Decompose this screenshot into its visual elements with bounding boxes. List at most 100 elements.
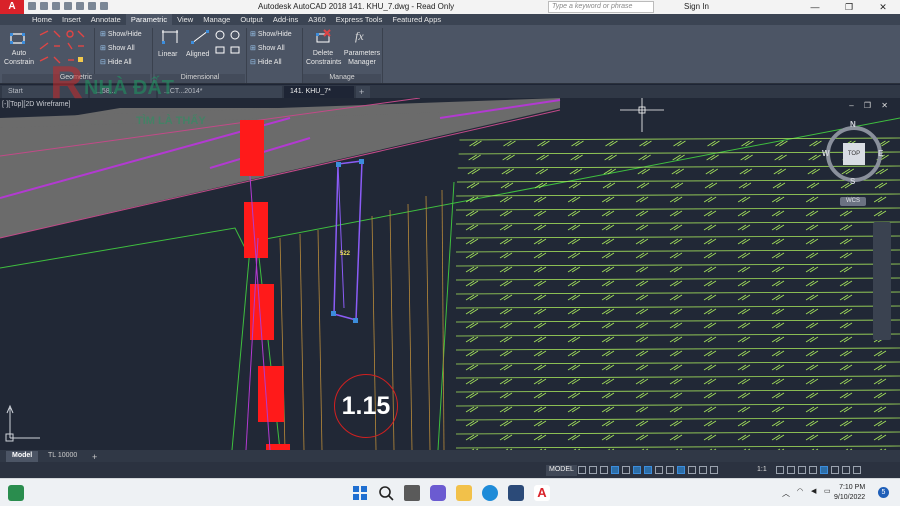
compass-north[interactable]: N [850,120,856,129]
edge-icon[interactable] [482,485,498,501]
ribbon-tab-featured-apps[interactable]: Featured Apps [387,14,446,25]
clean-screen-icon[interactable] [842,466,850,474]
manage-panel-label[interactable]: Manage [303,74,381,83]
wifi-icon[interactable]: ◠ [797,487,803,495]
isolate-objects-icon[interactable] [820,466,828,474]
battery-icon[interactable]: ▭ [824,487,831,495]
grid-icon[interactable] [578,466,586,474]
start-icon[interactable] [352,485,368,501]
volume-icon[interactable]: ◀ [811,487,816,495]
model-space-button[interactable]: MODEL [546,465,577,476]
customization-icon[interactable] [853,466,861,474]
autocad-app-icon[interactable]: A [0,0,24,14]
ribbon-tab-manage[interactable]: Manage [198,14,235,25]
aligned-button[interactable]: Aligned [186,51,209,58]
parameters-manager-button[interactable]: Parameters Manager [343,49,381,67]
widgets-icon[interactable] [8,485,24,501]
compass-east[interactable]: E [878,149,883,158]
dimension-small-icons[interactable] [215,30,245,68]
isodraft-icon[interactable] [622,466,630,474]
viewcube-top[interactable]: TOP [843,143,865,165]
polar-icon[interactable] [611,466,619,474]
ribbon-tab-annotate[interactable]: Annotate [86,14,126,25]
ribbon-tab-add-ins[interactable]: Add-ins [268,14,303,25]
wcs-menu[interactable]: WCS [840,197,866,206]
dimensional-panel-label[interactable]: Dimensional [155,74,245,83]
sign-in-button[interactable]: Sign In [684,2,709,11]
autocad-taskbar-icon[interactable]: A [534,485,550,501]
auto-constrain-button[interactable]: Auto Constrain [4,49,34,67]
show-hidden-icons[interactable]: ︿ [782,488,790,499]
file-explorer-icon[interactable] [456,485,472,501]
ribbon-tab-express-tools[interactable]: Express Tools [331,14,388,25]
store-icon[interactable] [508,485,524,501]
redo-icon[interactable] [100,2,108,10]
maximize-icon[interactable]: ❐ [832,0,866,14]
undo-icon[interactable] [88,2,96,10]
ribbon-panel: Auto Constrain ⊞ Show/Hide ⊞ Show All ⊟ H… [0,25,900,84]
geometric-constraint-icons[interactable] [38,29,86,69]
workspace-icon[interactable] [776,466,784,474]
annotation-visibility-icon[interactable] [688,466,696,474]
new-icon[interactable] [28,2,36,10]
file-tab-start[interactable]: Start [2,86,88,98]
viewport-window-controls[interactable]: – ❐ ✕ [849,101,892,110]
ortho-icon[interactable] [600,466,608,474]
file-tab-2[interactable]: ...58... [90,86,156,98]
layout-tab-model[interactable]: Model [6,451,39,462]
minimize-icon[interactable]: — [798,0,832,14]
navigation-bar[interactable] [873,222,891,340]
linear-button[interactable]: Linear [158,51,177,58]
delete-constraints-button[interactable]: Delete Constraints [306,49,341,67]
search-input[interactable]: Type a keyword or phrase [548,1,654,13]
hide-all-dimensional-button[interactable]: ⊟ Hide All [250,58,282,66]
hide-all-geometric-button[interactable]: ⊟ Hide All [100,58,132,66]
task-view-icon[interactable] [404,485,420,501]
system-clock[interactable]: 7:10 PM 9/10/2022 [834,483,865,503]
layout-tab-tl[interactable]: TL 10000 [42,451,83,462]
geometric-panel-label[interactable]: Geometric [2,74,150,83]
auto-scale-icon[interactable] [699,466,707,474]
object-snap-icon[interactable] [644,466,652,474]
search-icon[interactable] [378,485,394,501]
add-layout-button[interactable]: + [86,451,103,462]
ribbon-tab-parametric[interactable]: Parametric [125,14,173,25]
compass-south[interactable]: S [850,177,855,186]
hide-all-label: Hide All [257,59,282,66]
show-all-geometric-button[interactable]: ⊞ Show All [100,44,135,52]
transparency-icon[interactable] [666,466,674,474]
quick-properties-icon[interactable] [809,466,817,474]
lineweight-icon[interactable] [655,466,663,474]
viewport-controls-label[interactable]: [-][Top][2D Wireframe] [2,101,70,108]
object-snap-tracking-icon[interactable] [633,466,641,474]
snap-icon[interactable] [589,466,597,474]
units-icon[interactable] [798,466,806,474]
ribbon-tab-home[interactable]: Home [27,14,57,25]
file-tab-active[interactable]: 141. KHU_7* [284,86,354,98]
save-icon[interactable] [52,2,60,10]
file-tab-3[interactable]: ...CT...2014* [158,86,282,98]
ribbon-tab-insert[interactable]: Insert [57,14,86,25]
compass-west[interactable]: W [822,149,830,158]
delete-constraints-icon [316,29,331,43]
plot-icon[interactable] [76,2,84,10]
ribbon-tab-output[interactable]: Output [235,14,268,25]
notification-badge[interactable]: 5 [878,487,889,498]
teams-chat-icon[interactable] [430,485,446,501]
show-all-dimensional-button[interactable]: ⊞ Show All [250,44,285,52]
annotation-scale-value[interactable]: 1:1 [757,466,767,473]
ribbon-tab-a360[interactable]: A360 [303,14,331,25]
hardware-accel-icon[interactable] [831,466,839,474]
annotation-monitor-icon[interactable] [787,466,795,474]
auto-constrain-icon [10,33,25,44]
ribbon-tab-view[interactable]: View [172,14,198,25]
save-as-icon[interactable] [64,2,72,10]
selection-cycling-icon[interactable] [677,466,685,474]
drawing-canvas[interactable]: [-][Top][2D Wireframe] – ❐ ✕ N S E W TOP… [0,98,900,450]
annotation-scale-icon[interactable] [710,466,718,474]
open-icon[interactable] [40,2,48,10]
close-icon[interactable]: ✕ [866,0,900,14]
show-hide-geometric-button[interactable]: ⊞ Show/Hide [100,30,142,38]
new-tab-button[interactable]: + [356,86,370,98]
show-hide-dimensional-button[interactable]: ⊞ Show/Hide [250,30,292,38]
